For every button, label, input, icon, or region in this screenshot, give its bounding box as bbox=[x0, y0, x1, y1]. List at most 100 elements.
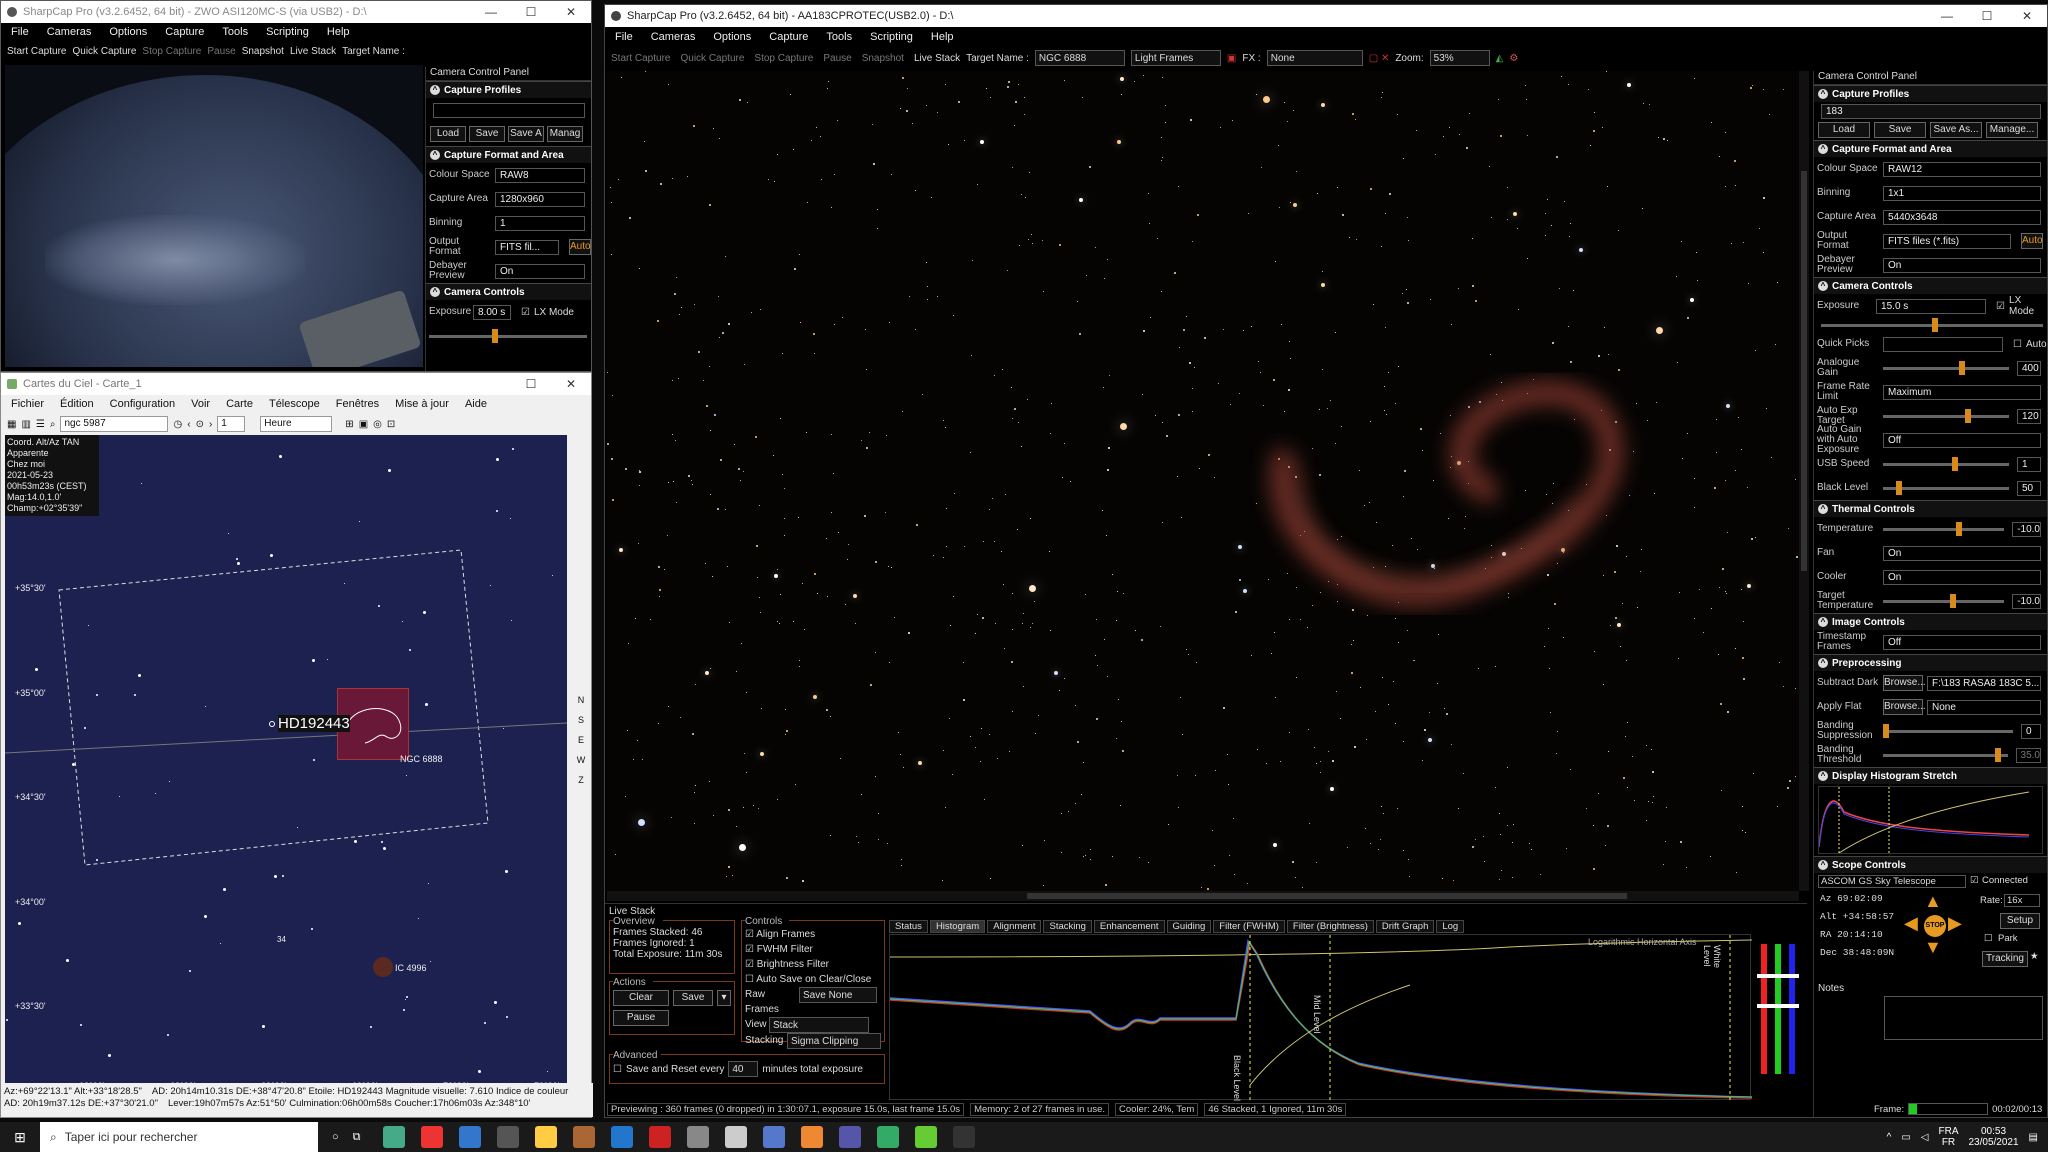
left-profile-manag-button[interactable]: Manag bbox=[547, 126, 583, 142]
cortana-icon[interactable]: ○ bbox=[332, 1131, 339, 1143]
profile-select[interactable]: 183 bbox=[1821, 103, 2041, 119]
cdc-menu-mise-jour[interactable]: Mise à jour bbox=[395, 398, 449, 410]
save-button[interactable]: Save bbox=[673, 990, 713, 1006]
profile-manage-button[interactable]: Manage... bbox=[1986, 122, 2038, 138]
camera-controls-section[interactable]: ^ Camera Controls bbox=[1814, 277, 2047, 294]
output-format-select[interactable]: FITS files (*.fits) bbox=[1883, 233, 2011, 249]
quick-picks-select[interactable] bbox=[1883, 336, 2003, 352]
frame-icon[interactable]: ▣ bbox=[359, 419, 368, 430]
black-level-input[interactable]: 50 bbox=[2017, 480, 2041, 496]
hd192443-star[interactable] bbox=[269, 721, 275, 727]
left-menu-options[interactable]: Options bbox=[109, 26, 147, 38]
thermal-section[interactable]: ^ Thermal Controls bbox=[1814, 500, 2047, 517]
rate-select[interactable]: 16x bbox=[2004, 894, 2040, 907]
tab-histogram[interactable]: Histogram bbox=[929, 920, 986, 933]
taskbar-sharpcap-icon[interactable] bbox=[648, 1126, 671, 1148]
fan-select[interactable]: On bbox=[1883, 545, 2041, 561]
profiles-section[interactable]: ^ Capture Profiles bbox=[1814, 85, 2047, 102]
main-maximize-icon[interactable]: ☐ bbox=[1967, 9, 2007, 23]
view-select[interactable]: Stack bbox=[769, 1017, 869, 1033]
left-tool-pause[interactable]: Pause bbox=[207, 46, 235, 57]
exposure-input[interactable]: 15.0 s bbox=[1876, 298, 1987, 314]
live-image[interactable] bbox=[607, 71, 1799, 891]
flat-browse-button[interactable]: Browse... bbox=[1883, 699, 1926, 715]
image-vscroll[interactable] bbox=[1799, 71, 1809, 891]
cdc-menu-t-lescope[interactable]: Télescope bbox=[269, 398, 320, 410]
tab-filter-brightness[interactable]: Filter (Brightness) bbox=[1286, 920, 1374, 933]
left-tool-snapshot[interactable]: Snapshot bbox=[242, 46, 284, 57]
cdc-menu-aide[interactable]: Aide bbox=[465, 398, 487, 410]
tool-pause[interactable]: Pause bbox=[823, 53, 851, 64]
temperature-slider[interactable] bbox=[1883, 521, 2005, 536]
left-capture-area-select[interactable]: 1280x960 bbox=[495, 191, 585, 207]
search-icon[interactable]: ⌕ bbox=[50, 419, 56, 430]
tab-drift-graph[interactable]: Drift Graph bbox=[1375, 920, 1435, 933]
record-icon[interactable]: ▣ bbox=[1227, 53, 1236, 64]
reticle-icon[interactable]: ▢ ✕ bbox=[1369, 53, 1390, 64]
profile-save-as-button[interactable]: Save As... bbox=[1930, 122, 1982, 138]
left-profile-save-button[interactable]: Save bbox=[469, 126, 505, 142]
frame-type-select[interactable]: Light Frames bbox=[1130, 50, 1221, 66]
cdc-tool-e[interactable]: E bbox=[571, 735, 591, 755]
pause-button[interactable]: Pause bbox=[613, 1010, 669, 1026]
taskbar-chrome-icon[interactable] bbox=[382, 1126, 405, 1148]
left-debayer-preview-select[interactable]: On bbox=[495, 263, 585, 279]
cdc-close-icon[interactable]: ✕ bbox=[551, 377, 591, 391]
cdc-search-input[interactable]: ngc 5987 bbox=[60, 416, 169, 432]
cdc-menu-fen-tres[interactable]: Fenêtres bbox=[336, 398, 379, 410]
tool-snapshot[interactable]: Snapshot bbox=[862, 53, 904, 64]
tool-quick-capture[interactable]: Quick Capture bbox=[680, 53, 744, 64]
taskbar-terminal-icon[interactable] bbox=[458, 1126, 481, 1148]
cdc-tool-n[interactable]: N bbox=[571, 695, 591, 715]
tab-alignment[interactable]: Alignment bbox=[987, 920, 1042, 933]
analogue-gain-slider[interactable] bbox=[1883, 360, 2009, 375]
left-lx-checkbox[interactable]: ☑ bbox=[521, 307, 530, 318]
maximize-icon[interactable]: ☐ bbox=[511, 5, 551, 19]
tab-guiding[interactable]: Guiding bbox=[1166, 920, 1212, 933]
connected-checkbox[interactable]: ☑ bbox=[1970, 875, 1979, 886]
auto-gain-with-auto-exposure-select[interactable]: Off bbox=[1883, 432, 2041, 448]
target-icon[interactable]: ◎ bbox=[373, 419, 382, 430]
check-brightness-filter[interactable]: ☑ Brightness Filter bbox=[745, 957, 881, 972]
settings-icon[interactable]: ⚙ bbox=[1509, 53, 1518, 64]
left-profile-select[interactable] bbox=[433, 102, 585, 118]
main-menu-cameras[interactable]: Cameras bbox=[651, 31, 696, 43]
stop-button[interactable]: STOP bbox=[1924, 915, 1946, 937]
debayer-preview-select[interactable]: On bbox=[1883, 257, 2041, 273]
cdc-menu-dition[interactable]: Édition bbox=[60, 398, 94, 410]
cdc-tool-s[interactable]: S bbox=[571, 715, 591, 735]
display-histogram[interactable] bbox=[1818, 786, 2043, 854]
clear-button[interactable]: Clear bbox=[613, 990, 669, 1006]
auto-exp-target-input[interactable]: 120 bbox=[2017, 408, 2041, 424]
check-fwhm-filter[interactable]: ☑ FWHM Filter bbox=[745, 942, 881, 957]
cooler-select[interactable]: On bbox=[1883, 569, 2041, 585]
image-controls-section[interactable]: ^ Image Controls bbox=[1814, 613, 2047, 630]
notification-icon[interactable]: ▤ bbox=[2029, 1132, 2038, 1143]
taskbar-discord-icon[interactable] bbox=[838, 1126, 861, 1148]
left-tool-target-name[interactable]: Target Name : bbox=[342, 46, 405, 57]
left-profile-save-a-button[interactable]: Save A bbox=[508, 126, 544, 142]
main-menu-file[interactable]: File bbox=[615, 31, 633, 43]
cdc-time-mode-select[interactable]: Heure bbox=[260, 416, 333, 432]
tool-live-stack[interactable]: Live Stack bbox=[914, 53, 960, 64]
slew-right-icon[interactable]: ▶ bbox=[1948, 913, 1962, 934]
left-profile-load-button[interactable]: Load bbox=[430, 126, 466, 142]
left-tool-quick-capture[interactable]: Quick Capture bbox=[72, 46, 136, 57]
taskbar-store-icon[interactable] bbox=[534, 1126, 557, 1148]
left-menu-cameras[interactable]: Cameras bbox=[47, 26, 92, 38]
usb-speed-slider[interactable] bbox=[1883, 456, 2009, 471]
cdc-step-input[interactable]: 1 bbox=[217, 416, 246, 432]
taskbar-stellarium-icon[interactable] bbox=[686, 1126, 709, 1148]
windows-start-icon[interactable]: ⊞ bbox=[0, 1129, 40, 1146]
check-auto-save-on-clear-close[interactable]: ☐ Auto Save on Clear/Close bbox=[745, 972, 881, 987]
auto-exp-target-slider[interactable] bbox=[1883, 408, 2009, 423]
cdc-menu-carte[interactable]: Carte bbox=[226, 398, 253, 410]
cdc-menu-fichier[interactable]: Fichier bbox=[11, 398, 44, 410]
dark-file-select[interactable]: F:\183 RASA8 183C 5... bbox=[1927, 675, 2041, 691]
stacking-select[interactable]: Sigma Clipping bbox=[787, 1033, 881, 1049]
target-name-input[interactable]: NGC 6888 bbox=[1034, 50, 1125, 66]
analogue-gain-input[interactable]: 400 bbox=[2017, 360, 2041, 376]
usb-speed-input[interactable]: 1 bbox=[2017, 456, 2041, 472]
tracking-button[interactable]: Tracking bbox=[1982, 951, 2028, 967]
banding-threshold-slider[interactable] bbox=[1883, 747, 2008, 762]
